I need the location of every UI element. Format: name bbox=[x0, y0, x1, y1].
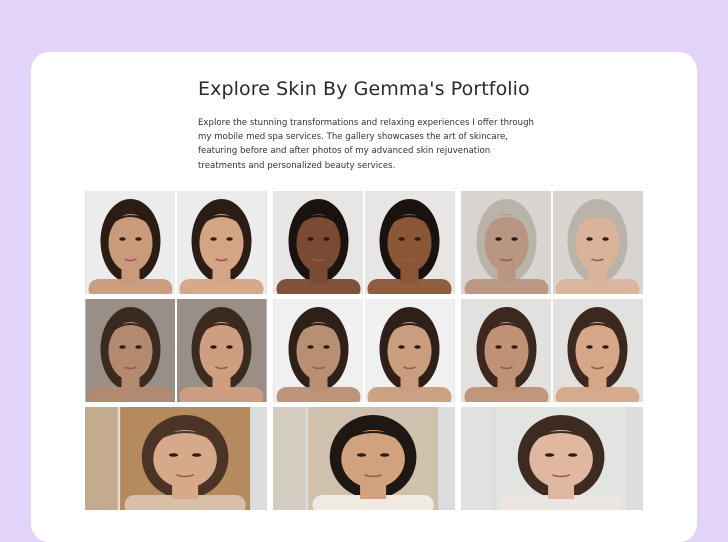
gallery-photo-8-skincare-portrait[interactable] bbox=[273, 407, 455, 510]
gallery-photo-2-before-after[interactable] bbox=[273, 191, 455, 294]
gallery-photo-4-before-after[interactable] bbox=[85, 299, 267, 402]
portfolio-card: Explore Skin By Gemma's Portfolio Explor… bbox=[31, 52, 697, 542]
gallery-photo-5-before-after[interactable] bbox=[273, 299, 455, 402]
gallery-photo-9-smiling-portrait[interactable] bbox=[461, 407, 643, 510]
portfolio-title: Explore Skin By Gemma's Portfolio bbox=[198, 78, 530, 100]
gallery-photo-7-spa-portrait[interactable] bbox=[85, 407, 267, 510]
gallery-photo-6-before-after[interactable] bbox=[461, 299, 643, 402]
gallery-photo-1-before-after[interactable] bbox=[85, 191, 267, 294]
portfolio-description: Explore the stunning transformations and… bbox=[198, 118, 534, 171]
gallery-photo-3-before-after[interactable] bbox=[461, 191, 643, 294]
